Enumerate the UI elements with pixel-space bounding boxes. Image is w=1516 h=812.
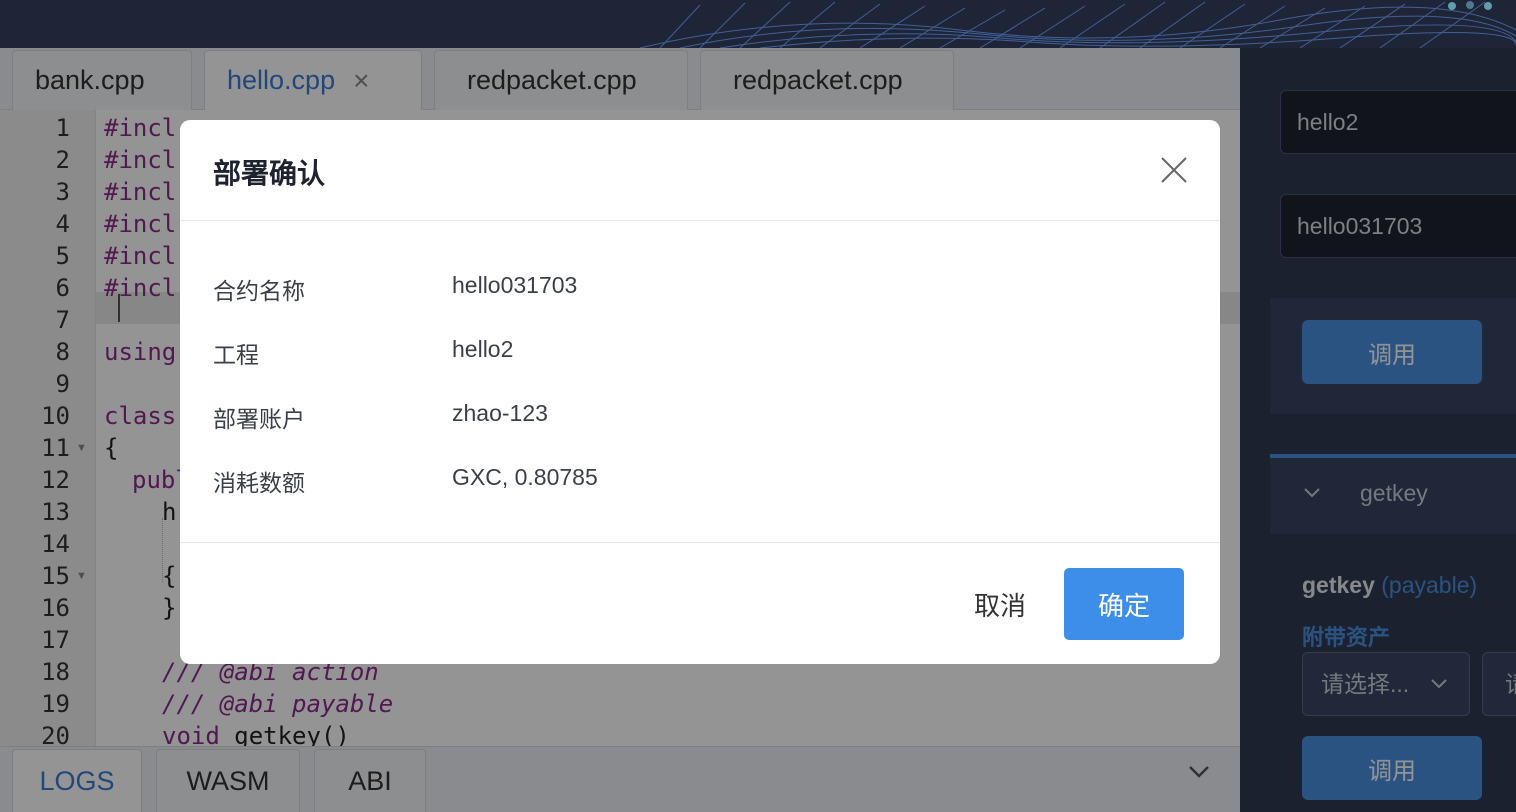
contract-name-value: hello031703 <box>452 272 578 298</box>
project-label: 工程 <box>213 342 259 368</box>
deploy-confirm-dialog: 部署确认 合约名称 hello031703 工程 hello2 部署账户 zha… <box>180 120 1220 664</box>
confirm-button[interactable]: 确定 <box>1064 568 1184 640</box>
cancel-button[interactable]: 取消 <box>940 568 1060 640</box>
deploy-account-label: 部署账户 <box>213 406 305 432</box>
fee-amount-value: GXC, 0.80785 <box>452 464 598 490</box>
dialog-title: 部署确认 <box>213 158 326 189</box>
project-value: hello2 <box>452 336 514 362</box>
top-header <box>0 0 1516 48</box>
dialog-header: 部署确认 <box>180 120 1220 221</box>
deploy-account-value: zhao-123 <box>452 400 548 426</box>
wireframe-decoration <box>639 1 1516 48</box>
fee-amount-label: 消耗数额 <box>213 470 305 496</box>
close-icon[interactable] <box>1158 154 1190 186</box>
contract-name-label: 合约名称 <box>213 278 305 304</box>
